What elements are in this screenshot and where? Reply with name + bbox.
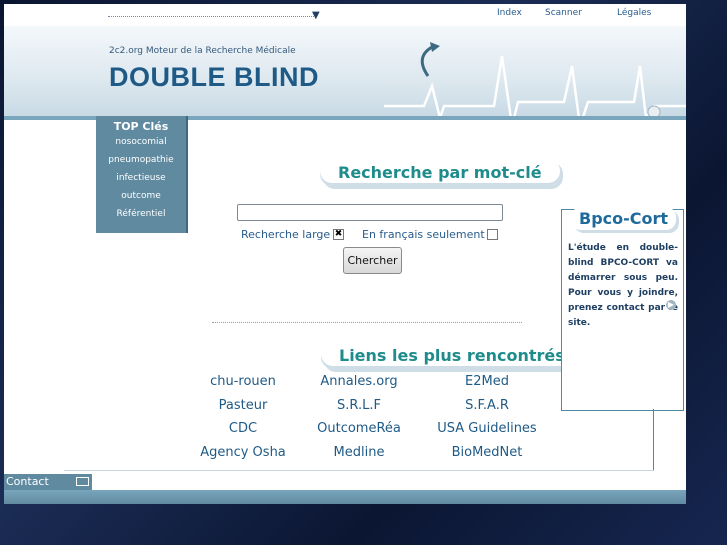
link-item[interactable]: USA Guidelines bbox=[432, 421, 542, 436]
search-button[interactable]: Chercher bbox=[343, 247, 402, 274]
link-item[interactable]: CDC bbox=[188, 421, 298, 436]
topcles-item[interactable]: outcome bbox=[96, 187, 186, 205]
link-item[interactable]: Medline bbox=[304, 445, 414, 460]
option-large-checkbox[interactable]: ✖ bbox=[333, 229, 344, 240]
nav-legales[interactable]: Légales bbox=[617, 8, 651, 18]
topcles-item[interactable]: pneumopathie bbox=[96, 151, 186, 169]
page-frame: ▼ Index Scanner Légales 2c2.org Moteur d… bbox=[4, 4, 686, 504]
option-large-label: Recherche large bbox=[241, 228, 331, 241]
top-cles-box: TOP Clés nosocomial pneumopathie infecti… bbox=[96, 116, 188, 233]
link-item[interactable]: OutcomeRéa bbox=[304, 421, 414, 436]
dotted-divider bbox=[212, 322, 522, 323]
bpco-title: Bpco-Cort bbox=[571, 207, 677, 230]
divider bbox=[64, 470, 654, 471]
link-item[interactable]: S.F.A.R bbox=[432, 398, 542, 413]
nav-scanner[interactable]: Scanner bbox=[545, 8, 582, 18]
link-item[interactable]: E2Med bbox=[432, 374, 542, 389]
option-fr-checkbox[interactable] bbox=[487, 229, 498, 240]
link-item[interactable]: Annales.org bbox=[304, 374, 414, 389]
bpco-text: L'étude en double-blind BPCO-CORT va dém… bbox=[568, 243, 678, 328]
search-heading: Recherche par mot-clé bbox=[320, 159, 560, 186]
link-item[interactable]: BioMedNet bbox=[432, 445, 542, 460]
dotted-divider bbox=[108, 16, 316, 17]
contact-button[interactable]: Contact bbox=[4, 474, 92, 490]
links-heading: Liens les plus rencontrés bbox=[321, 342, 583, 369]
mail-icon bbox=[76, 477, 89, 486]
header: 2c2.org Moteur de la Recherche Médicale … bbox=[4, 26, 686, 126]
nav-index[interactable]: Index bbox=[497, 8, 522, 18]
arrow-down-icon[interactable]: ▼ bbox=[312, 10, 320, 21]
link-item[interactable]: Pasteur bbox=[188, 398, 298, 413]
top-nav: ▼ Index Scanner Légales bbox=[4, 4, 686, 26]
divider bbox=[653, 409, 654, 471]
topcles-item[interactable]: infectieuse bbox=[96, 169, 186, 187]
option-fr-label: En français seulement bbox=[362, 228, 485, 241]
link-item[interactable]: Agency Osha bbox=[188, 445, 298, 460]
footer-bar bbox=[4, 490, 686, 504]
topcles-item[interactable]: nosocomial bbox=[96, 133, 186, 151]
arrow-right-icon[interactable]: ▶ bbox=[666, 300, 676, 310]
ecg-wave-icon bbox=[384, 42, 686, 126]
topcles-item[interactable]: Référentiel bbox=[96, 205, 186, 223]
contact-label: Contact bbox=[6, 475, 49, 488]
site-title: DOUBLE BLIND bbox=[109, 62, 319, 92]
link-item[interactable]: chu-rouen bbox=[188, 374, 298, 389]
top-cles-title: TOP Clés bbox=[113, 120, 169, 133]
site-subtitle: 2c2.org Moteur de la Recherche Médicale bbox=[109, 46, 296, 56]
link-item[interactable]: S.R.L.F bbox=[304, 398, 414, 413]
search-input[interactable] bbox=[237, 204, 503, 221]
